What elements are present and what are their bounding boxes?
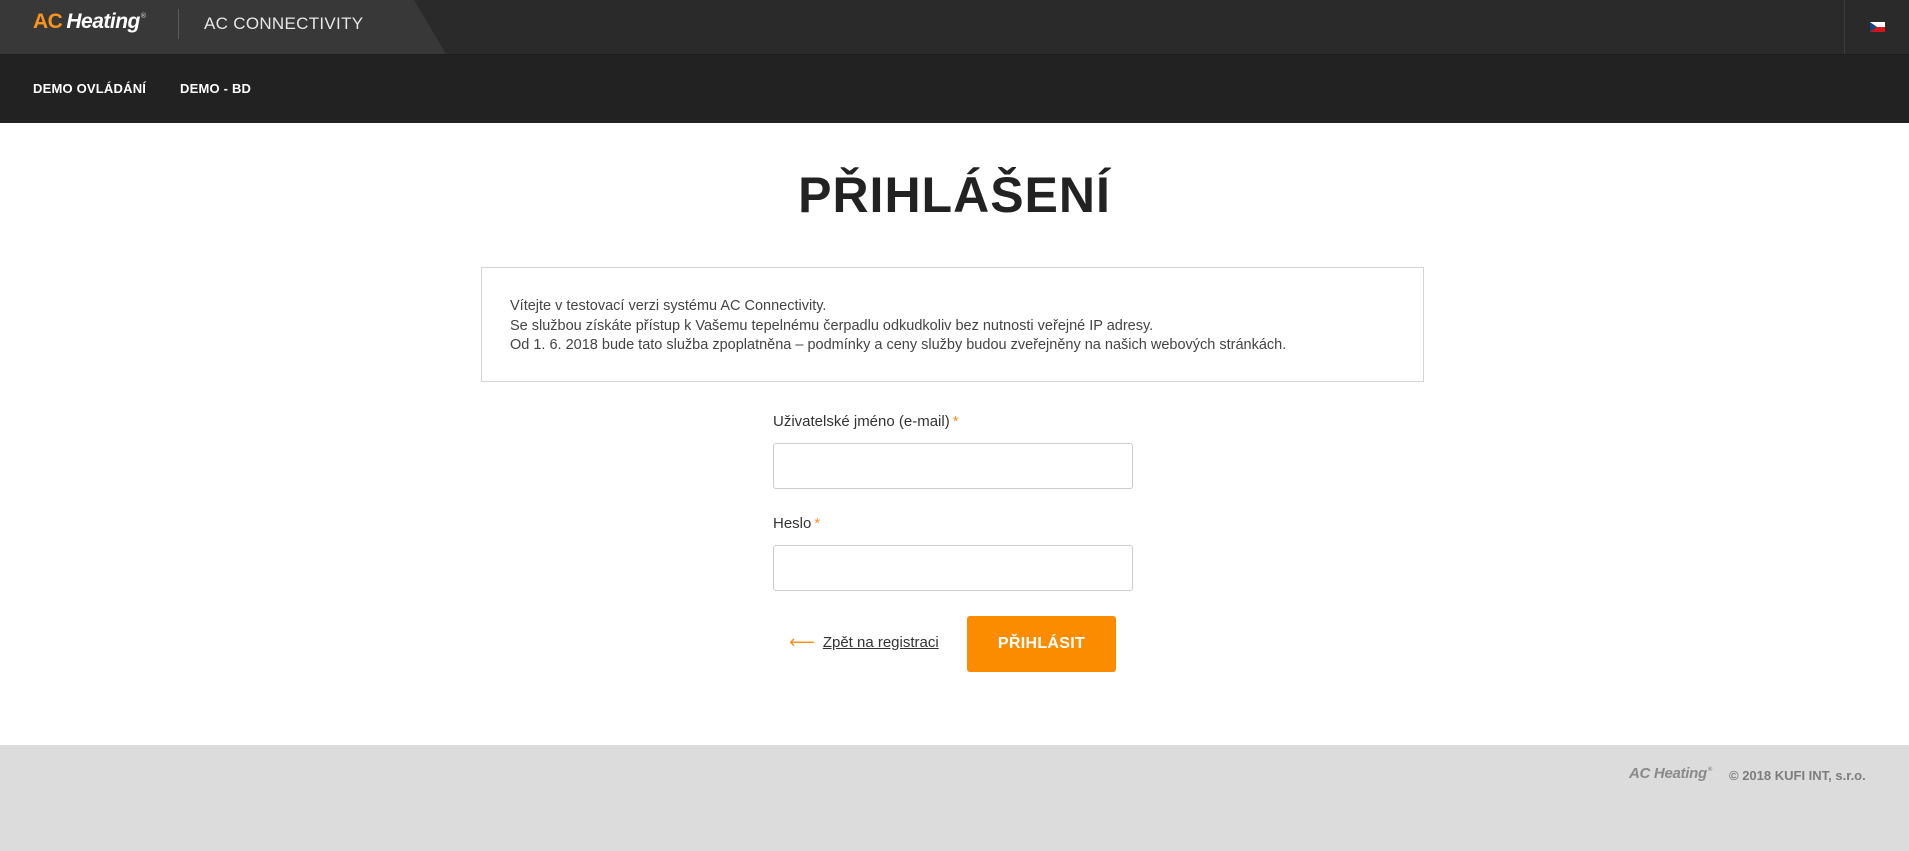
footer: AC Heating ® © 2018 KUFI INT, s.r.o. <box>0 745 1909 851</box>
password-label: Heslo * <box>773 515 820 532</box>
logo-registered-mark: ® <box>140 13 146 20</box>
back-to-registration-link[interactable]: ⟵ Zpět na registraci <box>789 633 939 651</box>
info-line: Vítejte v testovací verzi systému AC Con… <box>510 298 827 314</box>
logo-ac-text: AC <box>33 10 63 33</box>
username-label-text: Uživatelské jméno (e-mail) <box>773 413 950 430</box>
arrow-left-icon: ⟵ <box>789 632 815 652</box>
info-box: Vítejte v testovací verzi systému AC Con… <box>481 267 1424 382</box>
language-switcher[interactable] <box>1844 0 1909 54</box>
main-nav: DEMO OVLÁDÁNÍ DEMO - BD <box>0 55 1909 123</box>
footer-logo-registered-mark: ® <box>1707 767 1712 773</box>
app-title: AC CONNECTIVITY <box>204 14 364 33</box>
logo-heating-text: Heating <box>66 10 140 33</box>
ac-heating-logo[interactable]: AC Heating ® <box>33 10 146 36</box>
nav-item-demo-bd[interactable]: DEMO - BD <box>180 81 251 96</box>
copyright-text: © 2018 KUFI INT, s.r.o. <box>1729 768 1866 783</box>
required-mark: * <box>814 515 821 532</box>
top-bar: AC Heating ® AC CONNECTIVITY <box>0 0 1909 55</box>
username-input[interactable] <box>773 443 1133 489</box>
password-input[interactable] <box>773 545 1133 591</box>
footer-logo: AC Heating ® <box>1629 765 1712 782</box>
username-label: Uživatelské jméno (e-mail) * <box>773 413 959 430</box>
info-line: Od 1. 6. 2018 bude tato služba zpoplatně… <box>510 337 1287 353</box>
page-title: PŘIHLÁŠENÍ <box>798 167 1111 223</box>
back-link-text: Zpět na registraci <box>822 633 939 651</box>
brand-separator <box>178 9 179 39</box>
cz-flag-icon[interactable] <box>1869 22 1885 32</box>
info-line: Se službou získáte přístup k Vašemu tepe… <box>510 317 1154 334</box>
required-mark: * <box>952 413 959 430</box>
login-button[interactable]: PŘIHLÁSIT <box>967 616 1116 672</box>
password-label-text: Heslo <box>773 515 812 532</box>
footer-logo-text: AC Heating <box>1629 765 1707 782</box>
nav-item-demo-ovladani[interactable]: DEMO OVLÁDÁNÍ <box>33 81 146 96</box>
